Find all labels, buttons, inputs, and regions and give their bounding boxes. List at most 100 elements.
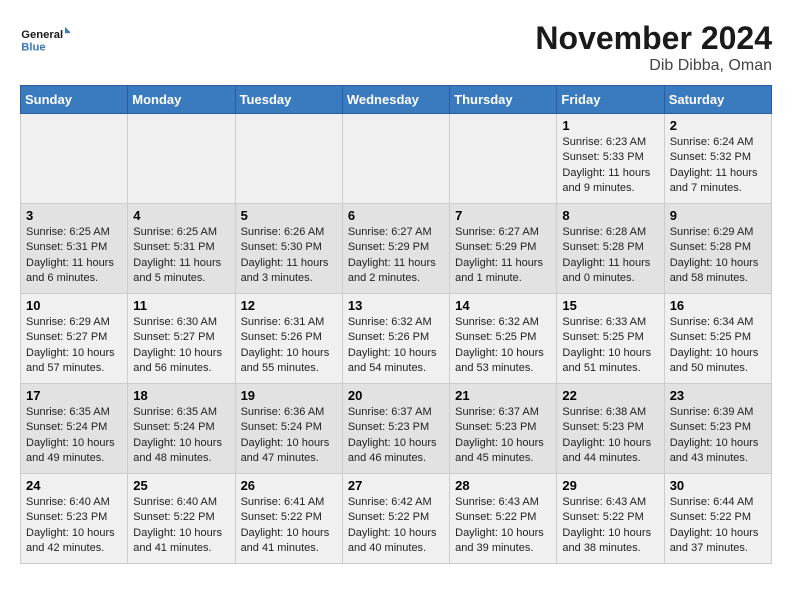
- header-friday: Friday: [557, 86, 664, 114]
- calendar-cell: 28 Sunrise: 6:43 AMSunset: 5:22 PMDayligh…: [450, 474, 557, 564]
- svg-text:Blue: Blue: [21, 42, 45, 54]
- calendar-cell: 1 Sunrise: 6:23 AMSunset: 5:33 PMDaylight…: [557, 114, 664, 204]
- calendar-cell: [342, 114, 449, 204]
- day-info: Sunrise: 6:35 AMSunset: 5:24 PMDaylight:…: [26, 405, 122, 467]
- calendar-cell: 30Sunrise: 6:44 AMSunset: 5:22 PMDayligh…: [664, 474, 771, 564]
- calendar-cell: 19 Sunrise: 6:36 AMSunset: 5:24 PMDayligh…: [235, 384, 342, 474]
- day-number: 20: [348, 388, 444, 403]
- day-number: 22: [562, 388, 658, 403]
- day-info: Sunrise: 6:26 AMSunset: 5:30 PMDaylight:…: [241, 225, 337, 287]
- header-sunday: Sunday: [21, 86, 128, 114]
- day-info: Sunrise: 6:40 AMSunset: 5:23 PMDaylight:…: [26, 495, 122, 557]
- day-number: 6: [348, 208, 444, 223]
- day-number: 9: [670, 208, 766, 223]
- header-thursday: Thursday: [450, 86, 557, 114]
- day-info: Sunrise: 6:23 AMSunset: 5:33 PMDaylight:…: [562, 135, 658, 197]
- calendar-cell: 17 Sunrise: 6:35 AMSunset: 5:24 PMDayligh…: [21, 384, 128, 474]
- calendar-row: 17 Sunrise: 6:35 AMSunset: 5:24 PMDayligh…: [21, 384, 772, 474]
- day-number: 16: [670, 298, 766, 313]
- calendar-cell: [128, 114, 235, 204]
- day-number: 18: [133, 388, 229, 403]
- day-number: 23: [670, 388, 766, 403]
- day-info: Sunrise: 6:32 AMSunset: 5:26 PMDaylight:…: [348, 315, 444, 377]
- day-info: Sunrise: 6:29 AMSunset: 5:27 PMDaylight:…: [26, 315, 122, 377]
- logo-svg: General Blue: [20, 20, 70, 60]
- calendar-header: SundayMondayTuesdayWednesdayThursdayFrid…: [21, 86, 772, 114]
- day-number: 13: [348, 298, 444, 313]
- day-info: Sunrise: 6:41 AMSunset: 5:22 PMDaylight:…: [241, 495, 337, 557]
- day-info: Sunrise: 6:42 AMSunset: 5:22 PMDaylight:…: [348, 495, 444, 557]
- day-number: 26: [241, 478, 337, 493]
- svg-text:General: General: [21, 29, 63, 41]
- day-info: Sunrise: 6:39 AMSunset: 5:23 PMDaylight:…: [670, 405, 766, 467]
- calendar-cell: 7Sunrise: 6:27 AMSunset: 5:29 PMDaylight…: [450, 204, 557, 294]
- calendar-row: 24 Sunrise: 6:40 AMSunset: 5:23 PMDayligh…: [21, 474, 772, 564]
- calendar-cell: 24 Sunrise: 6:40 AMSunset: 5:23 PMDayligh…: [21, 474, 128, 564]
- day-number: 24: [26, 478, 122, 493]
- day-info: Sunrise: 6:34 AMSunset: 5:25 PMDaylight:…: [670, 315, 766, 377]
- day-number: 10: [26, 298, 122, 313]
- page-title: November 2024: [535, 20, 772, 57]
- calendar-cell: 15Sunrise: 6:33 AMSunset: 5:25 PMDayligh…: [557, 294, 664, 384]
- day-info: Sunrise: 6:38 AMSunset: 5:23 PMDaylight:…: [562, 405, 658, 467]
- day-number: 5: [241, 208, 337, 223]
- day-number: 25: [133, 478, 229, 493]
- calendar-cell: 5 Sunrise: 6:26 AMSunset: 5:30 PMDaylight…: [235, 204, 342, 294]
- day-number: 11: [133, 298, 229, 313]
- day-number: 30: [670, 478, 766, 493]
- header-monday: Monday: [128, 86, 235, 114]
- calendar-body: 1 Sunrise: 6:23 AMSunset: 5:33 PMDaylight…: [21, 114, 772, 564]
- day-info: Sunrise: 6:37 AMSunset: 5:23 PMDaylight:…: [455, 405, 551, 467]
- day-number: 21: [455, 388, 551, 403]
- header-saturday: Saturday: [664, 86, 771, 114]
- calendar-cell: [21, 114, 128, 204]
- calendar-cell: 16 Sunrise: 6:34 AMSunset: 5:25 PMDayligh…: [664, 294, 771, 384]
- day-number: 28: [455, 478, 551, 493]
- day-info: Sunrise: 6:24 AMSunset: 5:32 PMDaylight:…: [670, 135, 766, 197]
- header-wednesday: Wednesday: [342, 86, 449, 114]
- day-info: Sunrise: 6:27 AMSunset: 5:29 PMDaylight:…: [455, 225, 551, 287]
- day-number: 12: [241, 298, 337, 313]
- day-info: Sunrise: 6:43 AMSunset: 5:22 PMDaylight:…: [455, 495, 551, 557]
- calendar-table: SundayMondayTuesdayWednesdayThursdayFrid…: [20, 85, 772, 564]
- calendar-cell: 23 Sunrise: 6:39 AMSunset: 5:23 PMDayligh…: [664, 384, 771, 474]
- day-info: Sunrise: 6:43 AMSunset: 5:22 PMDaylight:…: [562, 495, 658, 557]
- calendar-cell: [235, 114, 342, 204]
- day-info: Sunrise: 6:29 AMSunset: 5:28 PMDaylight:…: [670, 225, 766, 287]
- day-info: Sunrise: 6:33 AMSunset: 5:25 PMDaylight:…: [562, 315, 658, 377]
- day-info: Sunrise: 6:28 AMSunset: 5:28 PMDaylight:…: [562, 225, 658, 287]
- day-number: 17: [26, 388, 122, 403]
- header: General Blue November 2024 Dib Dibba, Om…: [20, 20, 772, 75]
- day-number: 29: [562, 478, 658, 493]
- calendar-cell: 25 Sunrise: 6:40 AMSunset: 5:22 PMDayligh…: [128, 474, 235, 564]
- day-info: Sunrise: 6:36 AMSunset: 5:24 PMDaylight:…: [241, 405, 337, 467]
- day-info: Sunrise: 6:27 AMSunset: 5:29 PMDaylight:…: [348, 225, 444, 287]
- calendar-cell: 10 Sunrise: 6:29 AMSunset: 5:27 PMDayligh…: [21, 294, 128, 384]
- page-subtitle: Dib Dibba, Oman: [535, 57, 772, 75]
- day-info: Sunrise: 6:37 AMSunset: 5:23 PMDaylight:…: [348, 405, 444, 467]
- day-info: Sunrise: 6:40 AMSunset: 5:22 PMDaylight:…: [133, 495, 229, 557]
- calendar-cell: 3Sunrise: 6:25 AMSunset: 5:31 PMDaylight…: [21, 204, 128, 294]
- calendar-cell: 27 Sunrise: 6:42 AMSunset: 5:22 PMDayligh…: [342, 474, 449, 564]
- calendar-cell: 20 Sunrise: 6:37 AMSunset: 5:23 PMDayligh…: [342, 384, 449, 474]
- day-number: 2: [670, 118, 766, 133]
- calendar-cell: 18 Sunrise: 6:35 AMSunset: 5:24 PMDayligh…: [128, 384, 235, 474]
- calendar-cell: 22 Sunrise: 6:38 AMSunset: 5:23 PMDayligh…: [557, 384, 664, 474]
- day-info: Sunrise: 6:30 AMSunset: 5:27 PMDaylight:…: [133, 315, 229, 377]
- logo: General Blue: [20, 20, 70, 60]
- day-number: 14: [455, 298, 551, 313]
- calendar-cell: 12Sunrise: 6:31 AMSunset: 5:26 PMDayligh…: [235, 294, 342, 384]
- day-info: Sunrise: 6:32 AMSunset: 5:25 PMDaylight:…: [455, 315, 551, 377]
- title-block: November 2024 Dib Dibba, Oman: [535, 20, 772, 75]
- calendar-cell: 2 Sunrise: 6:24 AMSunset: 5:32 PMDaylight…: [664, 114, 771, 204]
- calendar-cell: 8Sunrise: 6:28 AMSunset: 5:28 PMDaylight…: [557, 204, 664, 294]
- day-info: Sunrise: 6:35 AMSunset: 5:24 PMDaylight:…: [133, 405, 229, 467]
- day-number: 4: [133, 208, 229, 223]
- header-tuesday: Tuesday: [235, 86, 342, 114]
- calendar-cell: [450, 114, 557, 204]
- calendar-cell: 21 Sunrise: 6:37 AMSunset: 5:23 PMDayligh…: [450, 384, 557, 474]
- day-number: 1: [562, 118, 658, 133]
- day-number: 19: [241, 388, 337, 403]
- calendar-cell: 6 Sunrise: 6:27 AMSunset: 5:29 PMDaylight…: [342, 204, 449, 294]
- day-number: 27: [348, 478, 444, 493]
